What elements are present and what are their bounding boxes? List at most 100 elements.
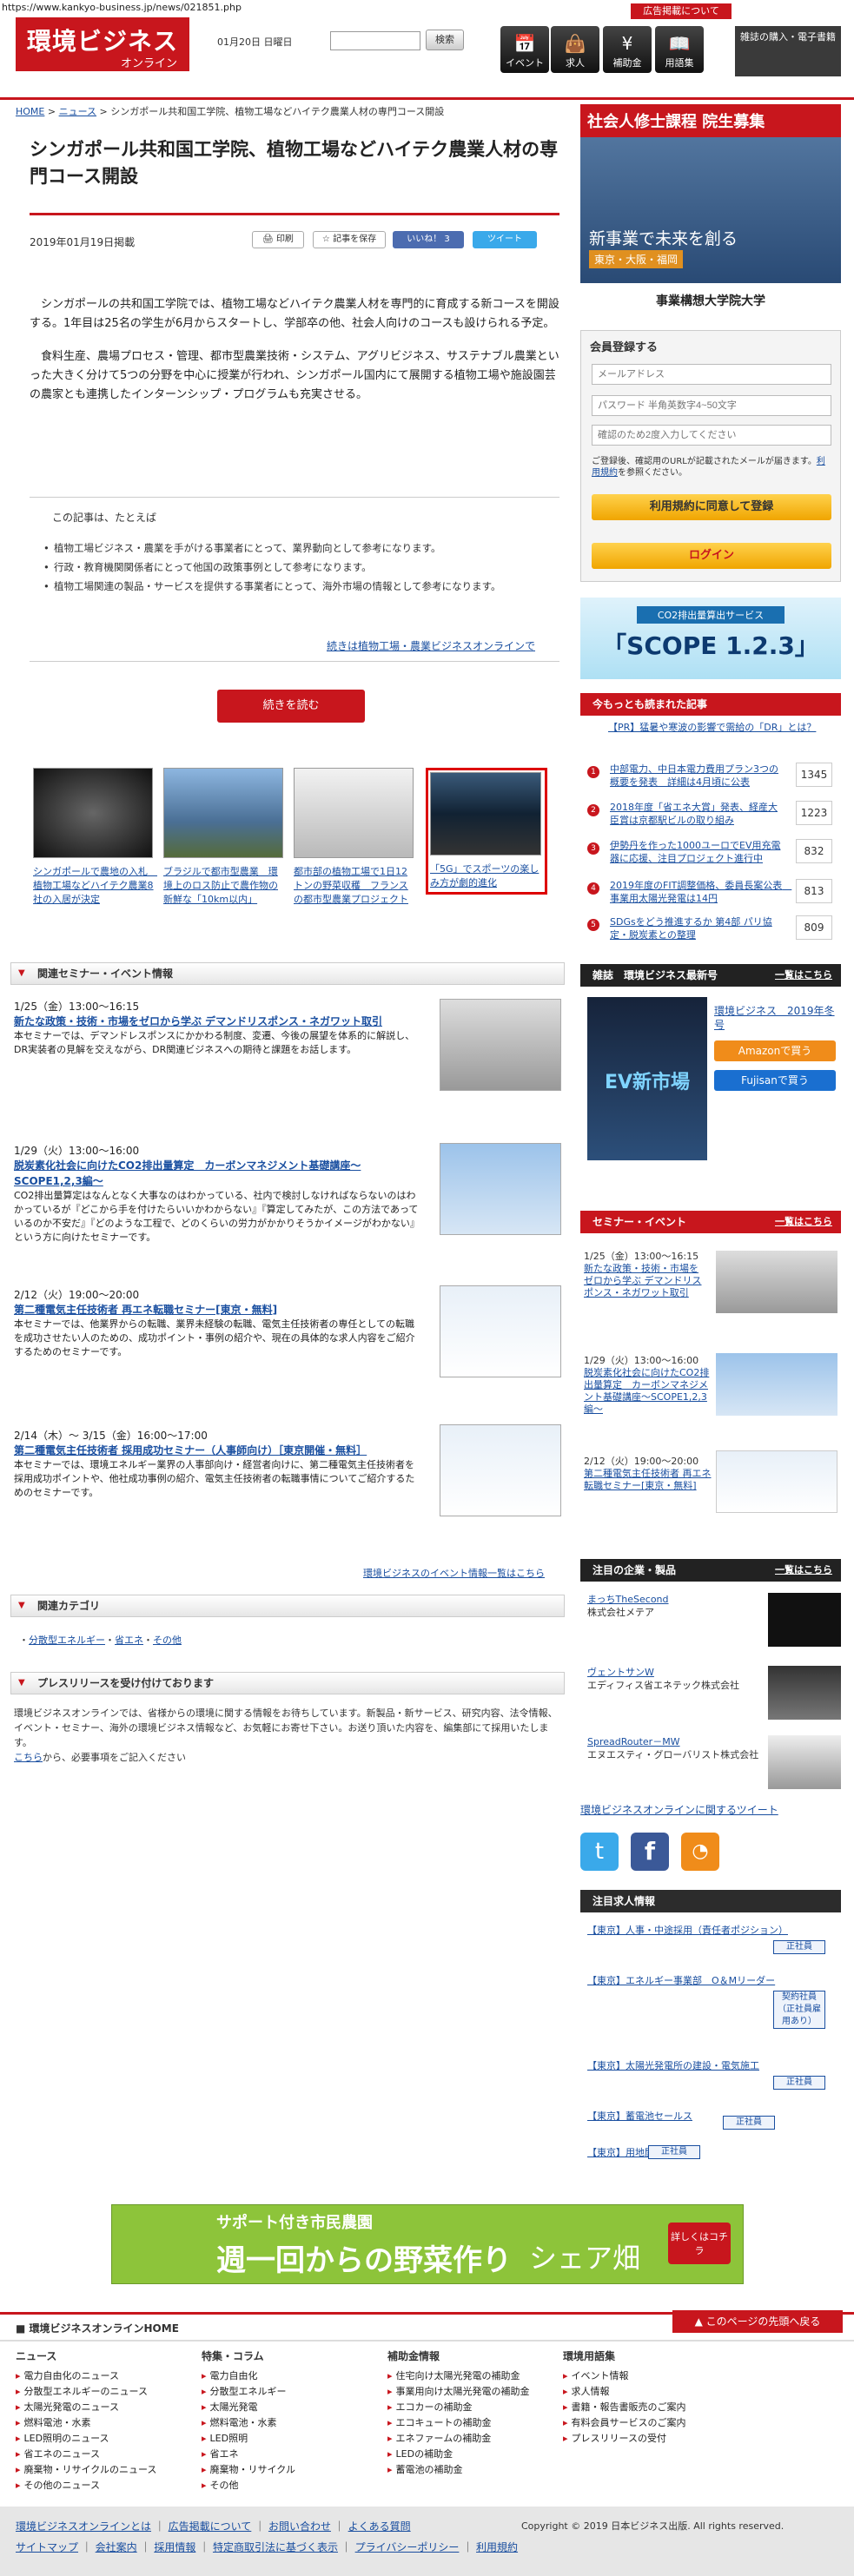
banner-cta[interactable]: 詳しくはコチラ xyxy=(668,2223,731,2264)
ad-info-link[interactable]: 広告掲載について xyxy=(631,3,732,19)
seminar-title[interactable]: 第二種電気主任技術者 採用成功セミナー（人事師向け）［東京開催・無料］ xyxy=(14,1443,422,1458)
footer-col-link[interactable]: LED照明のニュース xyxy=(16,2431,189,2447)
event-list-link[interactable]: 環境ビジネスのイベント情報一覧はこちら xyxy=(363,1566,545,1580)
save-button[interactable]: ☆ 記事を保存 xyxy=(313,231,386,248)
footer-col-link[interactable]: 蓄電池の補助金 xyxy=(387,2462,561,2478)
ranking-pr-link[interactable]: 【PR】猛暑や寒波の影響で需給の「DR」とは？ xyxy=(608,721,836,734)
tweets-link[interactable]: 環境ビジネスオンラインに関するツイート xyxy=(580,1802,778,1817)
read-more-button[interactable]: 続きを読む xyxy=(217,690,365,723)
thumb-caption[interactable]: シンガポールで農地の入札 植物工場などハイテク農業8社の入居が決定 xyxy=(33,865,157,907)
footer-col-link[interactable]: 電力自由化 xyxy=(202,2368,375,2384)
school-ad[interactable]: 社会人修士課程 院生募集 新事業で未来を創る 東京・大阪・福岡 事業構想大学院大… xyxy=(580,104,841,320)
footer-col-link[interactable]: 求人情報 xyxy=(563,2384,737,2400)
footer-col-link[interactable]: イベント情報 xyxy=(563,2368,737,2384)
product-image[interactable] xyxy=(768,1666,841,1720)
fujisan-button[interactable]: Fujisanで買う xyxy=(714,1070,836,1091)
continue-link[interactable]: 続きは植物工場・農業ビジネスオンラインで xyxy=(327,638,535,653)
seminar-title[interactable]: 脱炭素化社会に向けたCO2排出量算定 カーボンマネジメント基礎講座〜SCOPE1… xyxy=(14,1158,422,1189)
rank-title[interactable]: 伊勢丹を作った1000ユーロでEV用充電器に応援、注目プロジェクト進行中 xyxy=(610,839,784,865)
share-farm-banner[interactable]: サポート付き市民農園 週一回からの野菜作り シェア畑 詳しくはコチラ xyxy=(111,2204,744,2284)
thumb-caption[interactable]: 「5G」でスポーツの楽しみ方が劇的進化 xyxy=(430,862,543,890)
password-confirm-field[interactable] xyxy=(592,425,831,446)
footer-link[interactable]: よくある質問 xyxy=(348,2520,411,2533)
search-input[interactable] xyxy=(330,31,420,50)
job-title[interactable]: 【東京】太陽光発電所の建設・電気施工 xyxy=(587,2058,759,2072)
nav-button-0[interactable]: 📅 イベント xyxy=(500,26,549,73)
footer-home[interactable]: ■ 環境ビジネスオンラインHOME xyxy=(16,2321,179,2335)
amazon-button[interactable]: Amazonで買う xyxy=(714,1040,836,1061)
rank-title[interactable]: 2019年度のFIT調整価格、委員長案公表 事業用太陽光発電は14円 xyxy=(610,879,791,905)
rank-title[interactable]: 中部電力、中日本電力費用プラン3つの概要を発表 詳細は4月頃に公表 xyxy=(610,763,784,789)
thumb-card[interactable]: ブラジルで都市型農業 環境上のロス防止で農作物の新鮮な「10km以内」 xyxy=(163,768,285,907)
nav-button-3[interactable]: 📖 用語集 xyxy=(655,26,704,73)
password-field[interactable] xyxy=(592,395,831,416)
email-field[interactable] xyxy=(592,364,831,385)
tweet-button[interactable]: ツイート xyxy=(473,231,537,248)
footer-col-link[interactable]: 書籍・報告書販売のご案内 xyxy=(563,2400,737,2415)
footer-col-link[interactable]: 太陽光発電 xyxy=(202,2400,375,2415)
product-name[interactable]: まっちTheSecond xyxy=(587,1594,669,1605)
footer-link[interactable]: 環境ビジネスオンラインとは xyxy=(16,2520,151,2533)
footer-link[interactable]: 広告掲載について xyxy=(169,2520,252,2533)
category-link[interactable]: 分散型エネルギー xyxy=(29,1635,105,1646)
magazine-cover[interactable]: EV新市場 xyxy=(587,997,707,1160)
login-button[interactable]: ログイン xyxy=(592,543,831,569)
footer-col-link[interactable]: LEDの補助金 xyxy=(387,2447,561,2462)
footer-col-link[interactable]: 廃棄物・リサイクル xyxy=(202,2462,375,2478)
footer-col-header[interactable]: 補助金情報 xyxy=(387,2348,561,2363)
event-title[interactable]: 脱炭素化社会に向けたCO2排出量算定 カーボンマネジメント基礎講座〜SCOPE1… xyxy=(584,1367,709,1415)
event-title[interactable]: 新たな政策・技術・市場をゼロから学ぶ デマンドリスポンス・ネガワット取引 xyxy=(584,1263,702,1298)
seminar-title[interactable]: 新たな政策・技術・市場をゼロから学ぶ デマンドリスポンス・ネガワット取引 xyxy=(14,1014,422,1029)
magazine-promo[interactable]: 雑誌の購入・電子書籍 xyxy=(735,26,841,76)
facebook-icon[interactable]: f xyxy=(631,1833,669,1871)
products-more-link[interactable]: 一覧はこちら xyxy=(775,1559,832,1582)
footer-link[interactable]: 会社案内 xyxy=(96,2541,137,2553)
site-logo[interactable]: 環境ビジネス オンライン xyxy=(16,17,189,71)
footer-col-link[interactable]: 廃棄物・リサイクルのニュース xyxy=(16,2462,189,2478)
nav-button-2[interactable]: ¥ 補助金 xyxy=(603,26,652,73)
events-more-link[interactable]: 一覧はこちら xyxy=(775,1211,832,1233)
job-title[interactable]: 【東京】人事・中途採用（責任者ポジション） xyxy=(587,1923,788,1937)
nav-button-1[interactable]: 👜 求人 xyxy=(551,26,599,73)
twitter-icon[interactable]: t xyxy=(580,1833,619,1871)
rss-icon[interactable]: ◔ xyxy=(681,1833,719,1871)
footer-col-link[interactable]: LED照明 xyxy=(202,2431,375,2447)
footer-col-link[interactable]: 省エネ xyxy=(202,2447,375,2462)
footer-col-link[interactable]: 太陽光発電のニュース xyxy=(16,2400,189,2415)
event-image[interactable] xyxy=(716,1450,837,1513)
footer-col-link[interactable]: 分散型エネルギー xyxy=(202,2384,375,2400)
thumb-caption[interactable]: 都市部の植物工場で1日12トンの野菜収穫 フランスの都市型農業プロジェクト xyxy=(294,865,415,907)
magazine-issue-link[interactable]: 環境ビジネス 2019年冬号 xyxy=(714,1004,836,1032)
event-title[interactable]: 第二種電気主任技術者 再エネ転職セミナー[東京・無料] xyxy=(584,1468,712,1491)
footer-link[interactable]: お問い合わせ xyxy=(268,2520,331,2533)
thumb-card[interactable]: 「5G」でスポーツの楽しみ方が劇的進化 xyxy=(426,768,547,895)
product-image[interactable] xyxy=(768,1735,841,1789)
footer-link[interactable]: プライバシーポリシー xyxy=(355,2541,460,2553)
thumb-card[interactable]: 都市部の植物工場で1日12トンの野菜収穫 フランスの都市型農業プロジェクト xyxy=(294,768,415,907)
like-button[interactable]: いいね！ 3 xyxy=(393,231,464,248)
breadcrumb-news[interactable]: ニュース xyxy=(59,106,96,117)
search-button[interactable]: 検索 xyxy=(426,30,464,50)
thumb-card[interactable]: シンガポールで農地の入札 植物工場などハイテク農業8社の入居が決定 xyxy=(33,768,157,907)
footer-col-link[interactable]: 有料会員サービスのご案内 xyxy=(563,2415,737,2431)
job-title[interactable]: 【東京】エネルギー事業部 O＆Mリーダー xyxy=(587,1973,775,1987)
seminar-title[interactable]: 第二種電気主任技術者 再エネ転職セミナー[東京・無料] xyxy=(14,1302,422,1318)
footer-col-header[interactable]: 特集・コラム xyxy=(202,2348,375,2363)
rank-title[interactable]: SDGsをどう推進するか 第4部 パリ協定・脱炭素との整理 xyxy=(610,915,784,941)
event-image[interactable] xyxy=(716,1353,837,1416)
footer-link[interactable]: サイトマップ xyxy=(16,2541,78,2553)
footer-col-link[interactable]: 省エネのニュース xyxy=(16,2447,189,2462)
magazine-more-link[interactable]: 一覧はこちら xyxy=(775,964,832,987)
footer-col-link[interactable]: 分散型エネルギーのニュース xyxy=(16,2384,189,2400)
product-image[interactable] xyxy=(768,1593,841,1647)
footer-col-link[interactable]: 燃料電池・水素 xyxy=(16,2415,189,2431)
job-title[interactable]: 【東京】蓄電池セールス xyxy=(587,2109,692,2123)
footer-col-link[interactable]: 燃料電池・水素 xyxy=(202,2415,375,2431)
seminar-image[interactable] xyxy=(440,1424,561,1516)
seminar-image[interactable] xyxy=(440,999,561,1091)
footer-col-header[interactable]: ニュース xyxy=(16,2348,189,2363)
product-name[interactable]: ヴェントサンW xyxy=(587,1667,654,1678)
footer-col-link[interactable]: 住宅向け太陽光発電の補助金 xyxy=(387,2368,561,2384)
seminar-image[interactable] xyxy=(440,1143,561,1235)
event-image[interactable] xyxy=(716,1251,837,1313)
